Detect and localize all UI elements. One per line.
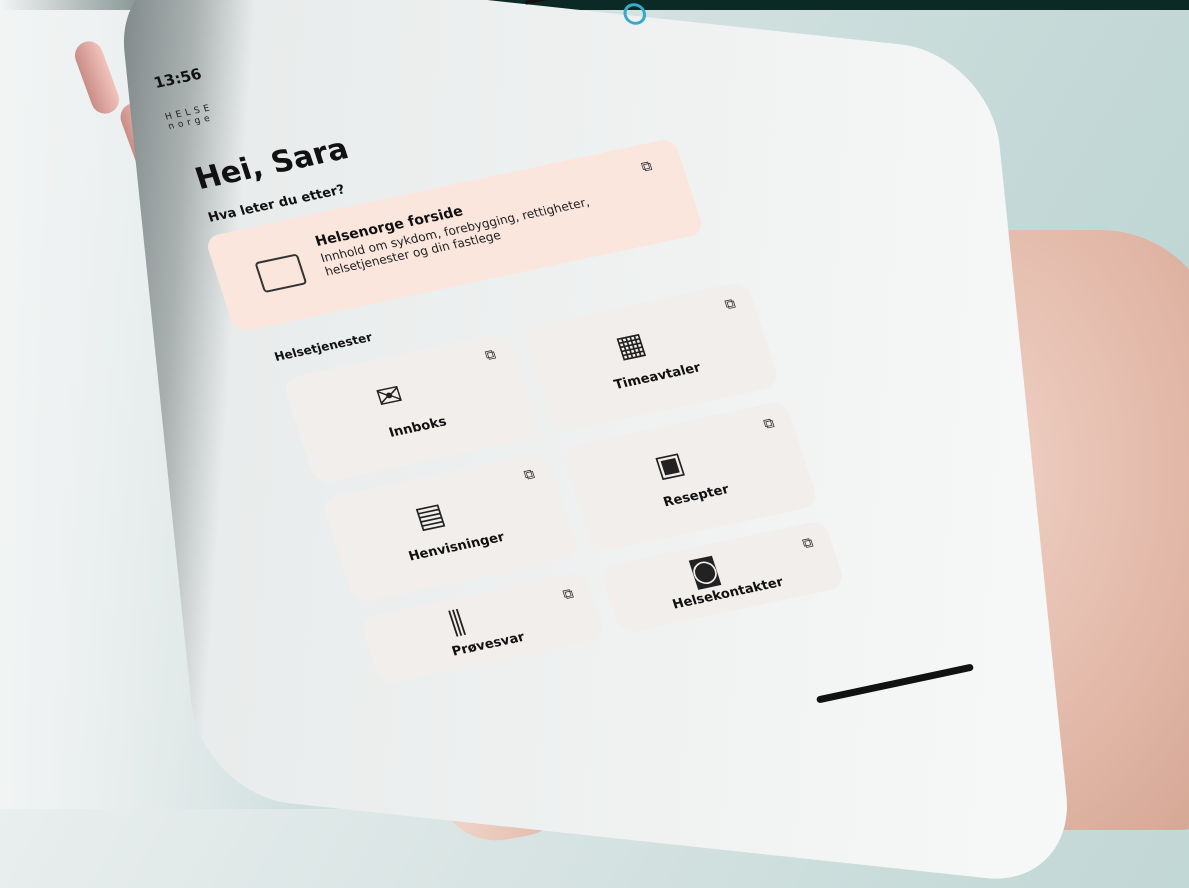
status-time: 13:56 bbox=[151, 64, 204, 92]
laptop-icon bbox=[254, 253, 308, 294]
app-logo: HELSE norge bbox=[163, 102, 216, 133]
external-link-icon: ⧉ bbox=[800, 534, 816, 553]
external-link-icon: ⧉ bbox=[483, 346, 498, 365]
settings-gear-icon[interactable] bbox=[620, 1, 649, 27]
external-link-icon: ⧉ bbox=[522, 466, 537, 484]
medicine-icon: ▣ bbox=[650, 445, 689, 485]
volume-button bbox=[71, 37, 123, 118]
tile-label: Resepter bbox=[661, 482, 731, 511]
external-link-icon: ⧉ bbox=[761, 415, 777, 433]
status-icons: ▂▄▆ ◠ 100 bbox=[522, 0, 605, 5]
external-link-icon: ⧉ bbox=[560, 585, 576, 604]
document-arrow-icon: ▤ bbox=[410, 496, 450, 536]
external-link-icon: ⧉ bbox=[722, 295, 738, 314]
tile-label: Timeavtaler bbox=[612, 360, 703, 393]
tile-label: Innboks bbox=[387, 414, 449, 441]
external-link-icon: ⧉ bbox=[639, 158, 655, 176]
calendar-icon: ▦ bbox=[611, 325, 651, 366]
section-title: Helsetjenester bbox=[272, 330, 374, 365]
test-tubes-icon: ⫼ bbox=[445, 605, 470, 642]
tile-label: Henvisninger bbox=[406, 529, 507, 565]
envelope-icon: ✉ bbox=[371, 377, 408, 417]
signal-icon: ▂▄▆ bbox=[522, 0, 556, 5]
contact-book-icon: ◙ bbox=[684, 551, 725, 591]
